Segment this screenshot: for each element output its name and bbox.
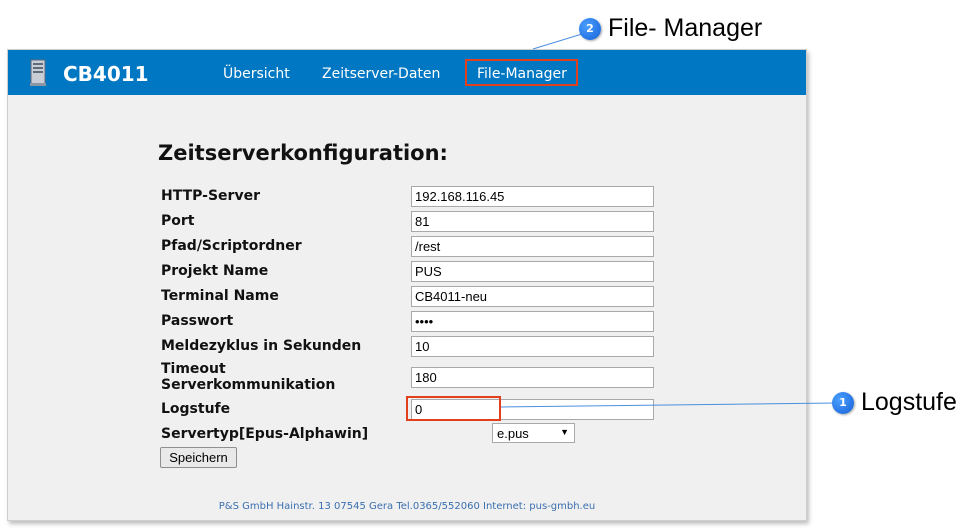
label-timeout-line1: Timeout — [161, 361, 226, 377]
callout-text-file-manager: File- Manager — [608, 14, 763, 42]
logstufe-highlight — [406, 396, 501, 421]
meldezyklus-input[interactable] — [411, 336, 654, 357]
http-server-input[interactable] — [411, 186, 654, 207]
app-window: CB4011 Übersicht Zeitserver-Daten File-M… — [7, 49, 807, 521]
label-servertyp: Servertyp[Epus-Alphawin] — [161, 426, 369, 442]
page-title: Zeitserverkonfiguration: — [158, 141, 448, 165]
label-passwort: Passwort — [161, 313, 234, 329]
nav-zeitserver-daten[interactable]: Zeitserver-Daten — [322, 66, 440, 82]
label-meldezyklus: Meldezyklus in Sekunden — [161, 338, 362, 354]
save-button[interactable]: Speichern — [160, 447, 237, 468]
terminal-name-input[interactable] — [411, 286, 654, 307]
brand-title: CB4011 — [63, 62, 149, 86]
callout-text-logstufe: Logstufe — [861, 388, 957, 416]
port-input[interactable] — [411, 211, 654, 232]
timeout-input[interactable] — [411, 367, 654, 388]
passwort-input[interactable] — [411, 311, 654, 332]
pfad-input[interactable] — [411, 236, 654, 257]
label-pfad: Pfad/Scriptordner — [161, 238, 302, 254]
footer-text: P&S GmbH Hainstr. 13 07545 Gera Tel.0365… — [218, 501, 596, 512]
label-timeout-line2: Serverkommunikation — [161, 377, 336, 393]
dropdown-arrow-icon: ▼ — [560, 427, 569, 437]
label-port: Port — [161, 213, 195, 229]
servertyp-select[interactable]: e.pus ▼ — [492, 423, 575, 443]
servertyp-value: e.pus — [497, 426, 529, 441]
navbar: CB4011 Übersicht Zeitserver-Daten File-M… — [8, 50, 806, 95]
callout-badge-2: 2 — [579, 18, 601, 40]
projekt-name-input[interactable] — [411, 261, 654, 282]
label-projekt-name: Projekt Name — [161, 263, 269, 279]
label-logstufe: Logstufe — [161, 401, 231, 417]
callout-badge-1: 1 — [832, 392, 854, 414]
file-manager-highlight — [465, 59, 578, 86]
server-icon — [30, 59, 46, 86]
label-http-server: HTTP-Server — [161, 188, 260, 204]
label-terminal-name: Terminal Name — [161, 288, 279, 304]
nav-uebersicht[interactable]: Übersicht — [223, 66, 290, 82]
